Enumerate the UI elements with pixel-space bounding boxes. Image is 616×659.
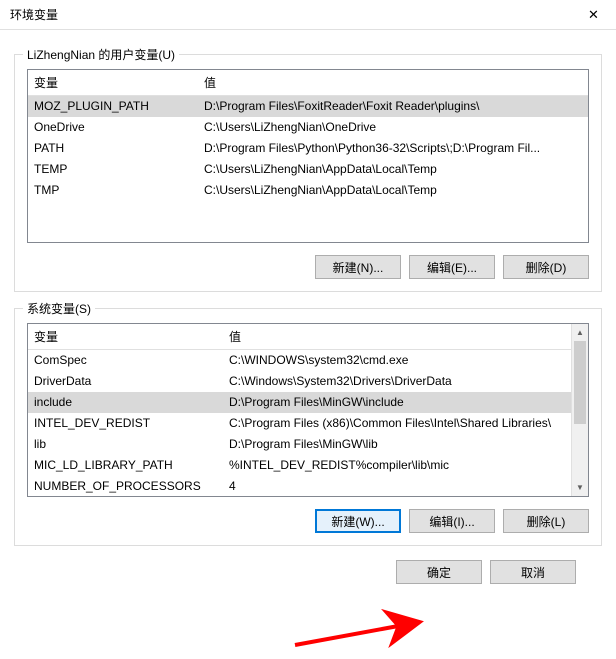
- table-row[interactable]: TMPC:\Users\LiZhengNian\AppData\Local\Te…: [28, 180, 588, 201]
- titlebar: 环境变量 ✕: [0, 0, 616, 30]
- ok-button[interactable]: 确定: [396, 560, 482, 584]
- cell-name: INTEL_DEV_REDIST: [28, 413, 223, 434]
- table-row[interactable]: ComSpecC:\WINDOWS\system32\cmd.exe: [28, 350, 571, 371]
- cell-name: MIC_LD_LIBRARY_PATH: [28, 455, 223, 476]
- cell-value: 4: [223, 476, 571, 497]
- table-row[interactable]: MIC_LD_LIBRARY_PATH%INTEL_DEV_REDIST%com…: [28, 455, 571, 476]
- sys-vars-scrollbar[interactable]: ▲ ▼: [571, 324, 588, 496]
- window-title: 环境变量: [10, 6, 58, 23]
- table-row[interactable]: PATHD:\Program Files\Python\Python36-32\…: [28, 138, 588, 159]
- arrow-annotation: [290, 590, 450, 650]
- sys-vars-group: 系统变量(S) 变量 值 ComSpecC:\WINDOWS\system32\…: [14, 308, 602, 546]
- table-row[interactable]: OneDriveC:\Users\LiZhengNian\OneDrive: [28, 117, 588, 138]
- cell-value: C:\Users\LiZhengNian\AppData\Local\Temp: [198, 180, 588, 201]
- table-row[interactable]: MOZ_PLUGIN_PATHD:\Program Files\FoxitRea…: [28, 96, 588, 117]
- table-row[interactable]: includeD:\Program Files\MinGW\include: [28, 392, 571, 413]
- cell-value: D:\Program Files\MinGW\lib: [223, 434, 571, 455]
- user-edit-button[interactable]: 编辑(E)...: [409, 255, 495, 279]
- scroll-down-icon[interactable]: ▼: [572, 479, 588, 496]
- cell-value: C:\Windows\System32\Drivers\DriverData: [223, 371, 571, 392]
- table-row[interactable]: DriverDataC:\Windows\System32\Drivers\Dr…: [28, 371, 571, 392]
- col-name[interactable]: 变量: [28, 70, 198, 96]
- cell-name: TMP: [28, 180, 198, 201]
- cell-value: C:\Users\LiZhengNian\OneDrive: [198, 117, 588, 138]
- cell-value: D:\Program Files\MinGW\include: [223, 392, 571, 413]
- sys-vars-legend: 系统变量(S): [23, 300, 95, 317]
- cell-value: D:\Program Files\Python\Python36-32\Scri…: [198, 138, 588, 159]
- cell-name: lib: [28, 434, 223, 455]
- user-new-button[interactable]: 新建(N)...: [315, 255, 401, 279]
- col-value[interactable]: 值: [198, 70, 588, 96]
- cell-name: DriverData: [28, 371, 223, 392]
- cell-value: C:\Users\LiZhengNian\AppData\Local\Temp: [198, 159, 588, 180]
- cell-name: OneDrive: [28, 117, 198, 138]
- sys-delete-button[interactable]: 删除(L): [503, 509, 589, 533]
- col-value[interactable]: 值: [223, 324, 571, 350]
- cell-value: C:\Program Files (x86)\Common Files\Inte…: [223, 413, 571, 434]
- table-row[interactable]: TEMPC:\Users\LiZhengNian\AppData\Local\T…: [28, 159, 588, 180]
- cell-name: TEMP: [28, 159, 198, 180]
- cell-value: D:\Program Files\FoxitReader\Foxit Reade…: [198, 96, 588, 117]
- cell-name: PATH: [28, 138, 198, 159]
- cell-name: NUMBER_OF_PROCESSORS: [28, 476, 223, 497]
- table-row[interactable]: NUMBER_OF_PROCESSORS4: [28, 476, 571, 497]
- cell-value: %INTEL_DEV_REDIST%compiler\lib\mic: [223, 455, 571, 476]
- table-row[interactable]: libD:\Program Files\MinGW\lib: [28, 434, 571, 455]
- close-button[interactable]: ✕: [571, 0, 616, 30]
- cell-value: C:\WINDOWS\system32\cmd.exe: [223, 350, 571, 371]
- user-delete-button[interactable]: 删除(D): [503, 255, 589, 279]
- user-vars-legend: LiZhengNian 的用户变量(U): [23, 46, 179, 63]
- table-row[interactable]: INTEL_DEV_REDISTC:\Program Files (x86)\C…: [28, 413, 571, 434]
- scroll-track[interactable]: [572, 341, 588, 479]
- user-vars-table-wrap: 变量 值 MOZ_PLUGIN_PATHD:\Program Files\Fox…: [27, 69, 589, 243]
- dialog-footer: 确定 取消: [14, 546, 602, 584]
- sys-vars-table-wrap: 变量 值 ComSpecC:\WINDOWS\system32\cmd.exeD…: [27, 323, 589, 497]
- cell-name: include: [28, 392, 223, 413]
- sys-edit-button[interactable]: 编辑(I)...: [409, 509, 495, 533]
- scroll-thumb[interactable]: [574, 341, 586, 424]
- user-vars-group: LiZhengNian 的用户变量(U) 变量 值 MOZ_PLUGIN_PAT…: [14, 54, 602, 292]
- cell-name: MOZ_PLUGIN_PATH: [28, 96, 198, 117]
- user-vars-table[interactable]: 变量 值 MOZ_PLUGIN_PATHD:\Program Files\Fox…: [28, 70, 588, 201]
- user-vars-buttons: 新建(N)... 编辑(E)... 删除(D): [27, 255, 589, 279]
- sys-new-button[interactable]: 新建(W)...: [315, 509, 401, 533]
- cell-name: ComSpec: [28, 350, 223, 371]
- dialog-content: LiZhengNian 的用户变量(U) 变量 值 MOZ_PLUGIN_PAT…: [0, 30, 616, 598]
- sys-vars-buttons: 新建(W)... 编辑(I)... 删除(L): [27, 509, 589, 533]
- col-name[interactable]: 变量: [28, 324, 223, 350]
- close-icon: ✕: [588, 7, 599, 23]
- scroll-up-icon[interactable]: ▲: [572, 324, 588, 341]
- cancel-button[interactable]: 取消: [490, 560, 576, 584]
- sys-vars-table[interactable]: 变量 值 ComSpecC:\WINDOWS\system32\cmd.exeD…: [28, 324, 571, 496]
